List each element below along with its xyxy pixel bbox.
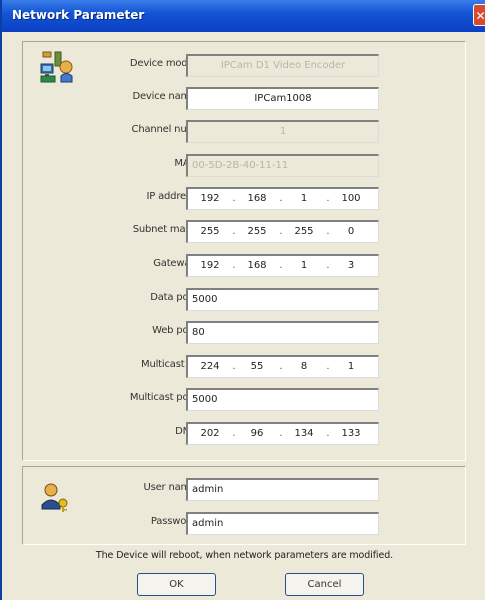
dns-octet-3[interactable]: 134 bbox=[286, 424, 322, 444]
ip-separator: . bbox=[232, 193, 236, 204]
dns-input[interactable]: 202 . 96 . 134 . 133 bbox=[186, 422, 379, 445]
ip-octet-4[interactable]: 100 bbox=[333, 189, 369, 209]
dns-octet-1[interactable]: 202 bbox=[192, 424, 228, 444]
ip-separator: . bbox=[326, 428, 330, 439]
device-name-row: Device name IPCam1008 bbox=[23, 87, 465, 111]
ip-separator: . bbox=[279, 193, 283, 204]
subnet-mask-input[interactable]: 255 . 255 . 255 . 0 bbox=[186, 220, 379, 243]
multicast-octet-3[interactable]: 8 bbox=[286, 357, 322, 377]
ip-separator: . bbox=[232, 260, 236, 271]
credentials-panel: User name admin Password admin bbox=[22, 466, 466, 545]
multicast-port-input[interactable]: 5000 bbox=[186, 388, 379, 411]
gateway-octet-3[interactable]: 1 bbox=[286, 256, 322, 276]
channel-num-field: 1 bbox=[186, 120, 379, 143]
subnet-octet-1[interactable]: 255 bbox=[192, 222, 228, 242]
ip-separator: . bbox=[232, 428, 236, 439]
gateway-octet-2[interactable]: 168 bbox=[239, 256, 275, 276]
multicast-octet-1[interactable]: 224 bbox=[192, 357, 228, 377]
ip-address-input[interactable]: 192 . 168 . 1 . 100 bbox=[186, 187, 379, 210]
network-settings-panel: Device model IPCam D1 Video Encoder Devi… bbox=[22, 41, 466, 461]
web-port-row: Web port 80 bbox=[23, 321, 465, 345]
ip-separator: . bbox=[279, 226, 283, 237]
multicast-ip-row: Multicast IP 224 . 55 . 8 . 1 bbox=[23, 355, 465, 379]
ip-octet-1[interactable]: 192 bbox=[192, 189, 228, 209]
gateway-row: Gateway 192 . 168 . 1 . 3 bbox=[23, 254, 465, 278]
dns-row: DNS 202 . 96 . 134 . 133 bbox=[23, 422, 465, 446]
close-button[interactable]: ✕ bbox=[473, 4, 485, 26]
user-name-input[interactable]: admin bbox=[186, 478, 379, 501]
ip-separator: . bbox=[326, 226, 330, 237]
title-bar: Network Parameter ✕ bbox=[2, 0, 485, 32]
ip-separator: . bbox=[326, 193, 330, 204]
channel-num-row: Channel num 1 bbox=[23, 120, 465, 144]
gateway-octet-4[interactable]: 3 bbox=[333, 256, 369, 276]
user-name-row: User name admin bbox=[23, 478, 465, 502]
ip-octet-2[interactable]: 168 bbox=[239, 189, 275, 209]
subnet-octet-2[interactable]: 255 bbox=[239, 222, 275, 242]
gateway-input[interactable]: 192 . 168 . 1 . 3 bbox=[186, 254, 379, 277]
web-port-input[interactable]: 80 bbox=[186, 321, 379, 344]
close-icon: ✕ bbox=[475, 9, 485, 23]
ip-octet-3[interactable]: 1 bbox=[286, 189, 322, 209]
password-row: Password admin bbox=[23, 512, 465, 536]
ip-separator: . bbox=[326, 260, 330, 271]
window-title: Network Parameter bbox=[12, 8, 145, 22]
ip-separator: . bbox=[232, 226, 236, 237]
mac-field: 00-5D-2B-40-11-11 bbox=[186, 154, 379, 177]
network-parameter-dialog: Network Parameter ✕ Device model IPCam D… bbox=[0, 0, 485, 600]
device-name-input[interactable]: IPCam1008 bbox=[186, 87, 379, 110]
data-port-row: Data port 5000 bbox=[23, 288, 465, 312]
ok-button[interactable]: OK bbox=[137, 573, 216, 596]
ip-address-row: IP address 192 . 168 . 1 . 100 bbox=[23, 187, 465, 211]
ip-separator: . bbox=[279, 260, 283, 271]
subnet-mask-row: Subnet mask 255 . 255 . 255 . 0 bbox=[23, 220, 465, 244]
ip-separator: . bbox=[232, 361, 236, 372]
reboot-notice: The Device will reboot, when network par… bbox=[95, 550, 394, 561]
multicast-ip-input[interactable]: 224 . 55 . 8 . 1 bbox=[186, 355, 379, 378]
subnet-octet-4[interactable]: 0 bbox=[333, 222, 369, 242]
dns-octet-2[interactable]: 96 bbox=[239, 424, 275, 444]
gateway-octet-1[interactable]: 192 bbox=[192, 256, 228, 276]
subnet-octet-3[interactable]: 255 bbox=[286, 222, 322, 242]
multicast-octet-4[interactable]: 1 bbox=[333, 357, 369, 377]
password-input[interactable]: admin bbox=[186, 512, 379, 535]
dns-octet-4[interactable]: 133 bbox=[333, 424, 369, 444]
mac-row: MAC 00-5D-2B-40-11-11 bbox=[23, 154, 465, 178]
multicast-octet-2[interactable]: 55 bbox=[239, 357, 275, 377]
data-port-input[interactable]: 5000 bbox=[186, 288, 379, 311]
device-model-field: IPCam D1 Video Encoder bbox=[186, 54, 379, 77]
ip-separator: . bbox=[279, 428, 283, 439]
multicast-port-row: Multicast port 5000 bbox=[23, 388, 465, 412]
device-model-row: Device model IPCam D1 Video Encoder bbox=[23, 54, 465, 78]
ip-separator: . bbox=[326, 361, 330, 372]
ip-separator: . bbox=[279, 361, 283, 372]
cancel-button[interactable]: Cancel bbox=[285, 573, 364, 596]
